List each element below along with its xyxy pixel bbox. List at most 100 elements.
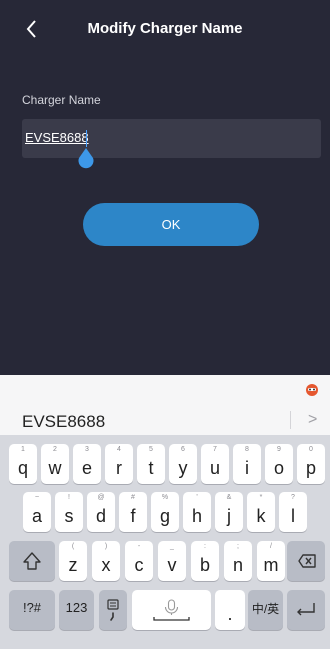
key-label: g xyxy=(159,506,170,526)
key-d[interactable]: @ d xyxy=(87,492,115,532)
key-p[interactable]: 0p xyxy=(297,444,325,484)
key-hint: ( xyxy=(71,543,75,550)
key-w[interactable]: 2w xyxy=(41,444,69,484)
clipboard-key[interactable] xyxy=(99,590,127,630)
page-title: Modify Charger Name xyxy=(87,20,243,37)
key-label: a xyxy=(31,506,42,526)
key-label: p xyxy=(305,458,316,478)
period-key[interactable]: . xyxy=(215,590,245,630)
key-i[interactable]: 8i xyxy=(233,444,261,484)
key-hint: _ xyxy=(170,543,174,550)
key-label: r xyxy=(116,458,122,478)
key-c[interactable]: -c xyxy=(125,541,153,581)
key-label: v xyxy=(167,555,177,575)
key-hint: 1 xyxy=(21,446,25,453)
app-screen: Modify Charger Name Charger Name EVSE868… xyxy=(0,0,330,375)
suggestion-item[interactable]: EVSE8688 xyxy=(22,412,105,432)
key-label: i xyxy=(245,458,249,478)
key-hint: & xyxy=(226,494,232,501)
key-label: q xyxy=(17,458,28,478)
space-key[interactable] xyxy=(132,590,211,630)
key-label: t xyxy=(148,458,154,478)
key-label: u xyxy=(209,458,220,478)
key-hint: ; xyxy=(237,543,239,550)
key-hint: 4 xyxy=(117,446,121,453)
key-label: f xyxy=(130,506,136,526)
key-label: j xyxy=(227,506,231,526)
key-hint: ! xyxy=(68,494,70,501)
key-label: x xyxy=(101,555,111,575)
key-label: y xyxy=(178,458,188,478)
key-label: o xyxy=(273,458,284,478)
suggestion-more-button[interactable]: > xyxy=(308,411,317,429)
key-label: l xyxy=(291,506,295,526)
key-l[interactable]: ? l xyxy=(279,492,307,532)
key-hint: 7 xyxy=(213,446,217,453)
key-hint: # xyxy=(131,494,135,501)
key-q[interactable]: 1q xyxy=(9,444,37,484)
shift-icon xyxy=(23,552,41,570)
key-label: n xyxy=(232,555,243,575)
text-caret xyxy=(86,130,87,147)
key-r[interactable]: 4r xyxy=(105,444,133,484)
key-hint: / xyxy=(270,543,272,550)
language-switch-key[interactable]: 中/英 xyxy=(248,590,283,630)
charger-name-input[interactable]: EVSE8688 xyxy=(22,119,321,169)
key-hint: - xyxy=(137,543,141,550)
key-hint: 6 xyxy=(181,446,185,453)
key-label: h xyxy=(191,506,202,526)
backspace-icon xyxy=(298,554,316,568)
key-hint: 3 xyxy=(85,446,89,453)
key-g[interactable]: % g xyxy=(151,492,179,532)
key-t[interactable]: 5t xyxy=(137,444,165,484)
key-hint: % xyxy=(161,494,169,501)
numbers-key[interactable]: 123 xyxy=(59,590,94,630)
key-s[interactable]: ! s xyxy=(55,492,83,532)
key-hint: 2 xyxy=(53,446,57,453)
key-u[interactable]: 7u xyxy=(201,444,229,484)
charger-name-label: Charger Name xyxy=(22,93,101,107)
key-hint: 0 xyxy=(309,446,313,453)
key-v[interactable]: _ v xyxy=(158,541,186,581)
emoji-icon[interactable] xyxy=(305,383,319,397)
key-hint: 9 xyxy=(277,446,281,453)
shift-key[interactable] xyxy=(9,541,55,581)
ok-button[interactable]: OK xyxy=(83,203,259,246)
key-j[interactable]: & j xyxy=(215,492,243,532)
key-k[interactable]: * k xyxy=(247,492,275,532)
enter-key[interactable] xyxy=(287,590,325,630)
key-hint: 5 xyxy=(149,446,153,453)
cursor-handle-icon[interactable] xyxy=(77,147,95,169)
key-y[interactable]: 6y xyxy=(169,444,197,484)
key-h[interactable]: ' h xyxy=(183,492,211,532)
key-hint: : xyxy=(204,543,206,550)
key-n[interactable]: ; n xyxy=(224,541,252,581)
key-m[interactable]: / m xyxy=(257,541,285,581)
key-hint: ? xyxy=(291,494,295,501)
key-hint: ' xyxy=(196,494,198,501)
key-label: k xyxy=(256,506,266,526)
key-label: s xyxy=(64,506,74,526)
key-hint: ) xyxy=(104,543,108,550)
key-e[interactable]: 3e xyxy=(73,444,101,484)
key-hint: * xyxy=(259,494,263,501)
key-label: z xyxy=(68,555,78,575)
microphone-icon xyxy=(153,599,190,621)
key-hint: @ xyxy=(97,494,105,501)
key-x[interactable]: ) x xyxy=(92,541,120,581)
key-hint: ~ xyxy=(34,494,40,501)
key-label: b xyxy=(199,555,210,575)
suggestion-bar: EVSE8688 > xyxy=(0,375,330,435)
backspace-key[interactable] xyxy=(287,541,325,581)
key-label: c xyxy=(134,555,144,575)
key-f[interactable]: # f xyxy=(119,492,147,532)
key-b[interactable]: :b xyxy=(191,541,219,581)
symbols-key[interactable]: !?# xyxy=(9,590,55,630)
key-a[interactable]: ~ a xyxy=(23,492,51,532)
keyboard: !?# 123 . 中/英 1 q 2 w 3 e 4 r 5 t 6 y 7 u 8 i 9 o 0 p ~ a! s @ d… xyxy=(0,435,330,649)
key-o[interactable]: 9o xyxy=(265,444,293,484)
key-label: e xyxy=(81,458,92,478)
key-label: m xyxy=(263,555,279,575)
key-z[interactable]: (z xyxy=(59,541,87,581)
enter-icon xyxy=(297,603,315,616)
